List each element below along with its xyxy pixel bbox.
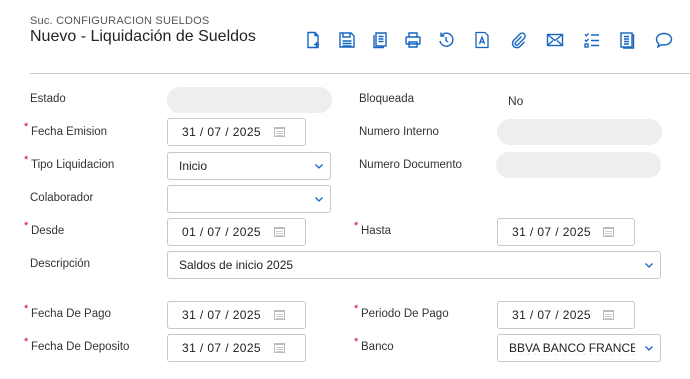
tipo-liquidacion-label: Tipo Liquidacion — [31, 159, 115, 171]
text-icon[interactable] — [472, 30, 492, 50]
fecha-emision-label: Fecha Emision — [31, 126, 108, 138]
fecha-de-deposito-label: Fecha De Deposito — [31, 341, 130, 353]
required-marker: * — [24, 220, 29, 232]
numero-documento-field — [496, 152, 661, 178]
required-marker: * — [354, 303, 359, 315]
hasta-input[interactable]: 31 / 07 / 2025 — [497, 218, 635, 246]
estado-field — [167, 87, 332, 113]
notes-icon[interactable] — [617, 30, 637, 50]
undo-icon[interactable] — [436, 30, 456, 50]
chevron-down-icon — [645, 346, 653, 351]
fecha-de-pago-input[interactable]: 31 / 07 / 2025 — [167, 301, 306, 329]
bloqueada-value: No — [508, 94, 524, 108]
chevron-down-icon — [315, 197, 323, 202]
page-title: Nuevo - Liquidación de Sueldos — [30, 28, 256, 45]
colaborador-select[interactable] — [167, 185, 331, 213]
email-icon[interactable] — [545, 30, 565, 50]
descripcion-select[interactable]: Saldos de inicio 2025 — [167, 251, 661, 279]
fecha-de-pago-label: Fecha De Pago — [31, 308, 111, 320]
calendar-icon[interactable] — [274, 127, 285, 137]
chevron-down-icon — [315, 164, 323, 169]
checklist-icon[interactable] — [582, 30, 602, 50]
numero-documento-label: Numero Documento — [359, 159, 462, 171]
print-icon[interactable] — [403, 30, 423, 50]
new-document-icon[interactable] — [303, 30, 323, 50]
descripcion-label: Descripción — [30, 258, 91, 270]
branch-subtitle: Suc. CONFIGURACION SUELDOS — [30, 15, 210, 27]
calendar-icon[interactable] — [274, 310, 285, 320]
copy-icon[interactable] — [370, 30, 390, 50]
colaborador-label: Colaborador — [30, 192, 94, 204]
required-marker: * — [24, 121, 29, 133]
required-marker: * — [354, 220, 359, 232]
hasta-label: Hasta — [361, 225, 392, 237]
numero-interno-label: Numero Interno — [359, 126, 439, 138]
bloqueada-label: Bloqueada — [359, 93, 414, 105]
calendar-icon[interactable] — [603, 227, 614, 237]
comment-icon[interactable] — [654, 30, 674, 50]
banco-select[interactable]: BBVA BANCO FRANCE — [497, 334, 661, 362]
attachment-icon[interactable] — [508, 30, 528, 50]
estado-label: Estado — [30, 93, 66, 105]
save-icon[interactable] — [337, 30, 357, 50]
periodo-de-pago-label: Periodo De Pago — [361, 308, 449, 320]
fecha-emision-input[interactable]: 31 / 07 / 2025 — [167, 118, 306, 146]
required-marker: * — [24, 336, 29, 348]
desde-input[interactable]: 01 / 07 / 2025 — [167, 218, 306, 246]
calendar-icon[interactable] — [274, 343, 285, 353]
numero-interno-field — [497, 119, 662, 145]
fecha-de-deposito-input[interactable]: 31 / 07 / 2025 — [167, 334, 306, 362]
required-marker: * — [24, 154, 29, 166]
desde-label: Desde — [31, 225, 65, 237]
calendar-icon[interactable] — [274, 227, 285, 237]
required-marker: * — [354, 336, 359, 348]
tipo-liquidacion-select[interactable]: Inicio — [167, 152, 331, 180]
required-marker: * — [24, 303, 29, 315]
calendar-icon[interactable] — [603, 310, 614, 320]
periodo-de-pago-input[interactable]: 31 / 07 / 2025 — [497, 301, 635, 329]
chevron-down-icon — [645, 263, 653, 268]
banco-label: Banco — [361, 341, 394, 353]
header-divider — [30, 73, 690, 74]
